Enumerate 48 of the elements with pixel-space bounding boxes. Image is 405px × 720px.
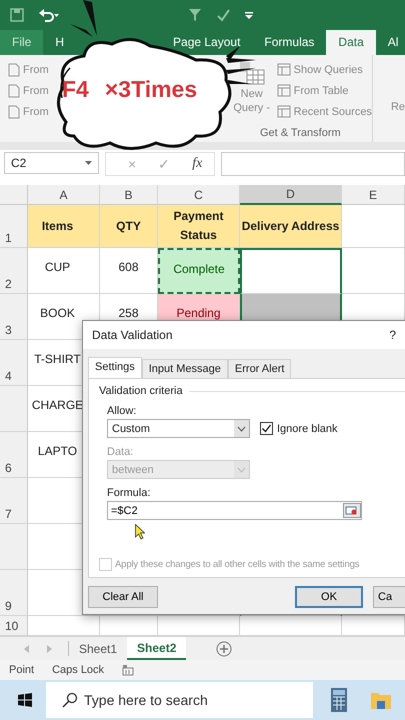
field-label: Data: [107,446,134,458]
table-cell: CUP [28,248,100,294]
dialog-tab[interactable]: Error Alert [228,359,292,378]
row-header[interactable]: 2 [0,248,28,294]
row-header[interactable]: 1 [0,205,28,248]
row-header[interactable]: 7 [0,478,28,524]
field-label: Allow: [107,405,138,417]
dialog-button[interactable]: Clear All [88,586,158,608]
column-header[interactable]: C [158,185,240,205]
column-header[interactable]: D [240,185,342,205]
checkbox-label[interactable]: Ignore blank [260,422,338,435]
ribbon-tab[interactable]: Formulas [252,30,326,55]
column-heading: Payment Status [158,205,240,248]
column-heading: Delivery Address [240,205,342,248]
dialog-button[interactable]: Ca [373,586,405,608]
name-box[interactable]: C2 [4,152,99,174]
insert-function-button[interactable]: fx [192,156,202,172]
column-heading: Items [28,205,100,248]
ribbon-tab[interactable]: Data [326,30,376,55]
row-header[interactable]: 3 [0,294,28,340]
callout-text: ×3Times [104,76,198,103]
status-text: Caps Lock [52,664,104,676]
group-label: Validation criteria [99,385,183,397]
field-label: Formula: [107,487,152,499]
group-label: Get & Transform [258,127,342,139]
allow-dropdown[interactable]: Custom [107,419,250,438]
sheet-tab[interactable]: Sheet2 [127,637,186,660]
callout-key: F4 [62,76,89,103]
row-header[interactable]: 6 [0,432,28,478]
search-field[interactable]: Type here to search [46,682,313,718]
row-header[interactable]: 9 [0,570,28,616]
formula-field[interactable]: =$C2 [107,501,362,520]
column-heading: QTY [100,205,158,248]
dialog-tab[interactable]: Settings [88,357,142,378]
help-button[interactable]: ? [389,328,396,342]
row-header[interactable]: 4 [0,340,28,386]
ribbon-tab[interactable]: H [43,30,76,55]
column-header[interactable]: A [28,185,100,205]
row-header[interactable]: 10 [0,616,28,636]
column-header[interactable]: B [100,185,158,205]
status-text: Point [9,664,34,676]
ribbon-tab[interactable]: Page Layout [161,30,252,55]
table-cell: Complete [158,248,240,294]
ribbon-tab[interactable]: Al [376,30,405,55]
dialog-tab[interactable]: Input Message [142,359,228,378]
column-header[interactable]: E [342,185,405,205]
sheet-tab[interactable]: Sheet1 [69,637,128,660]
dialog-button[interactable]: OK [295,586,363,608]
